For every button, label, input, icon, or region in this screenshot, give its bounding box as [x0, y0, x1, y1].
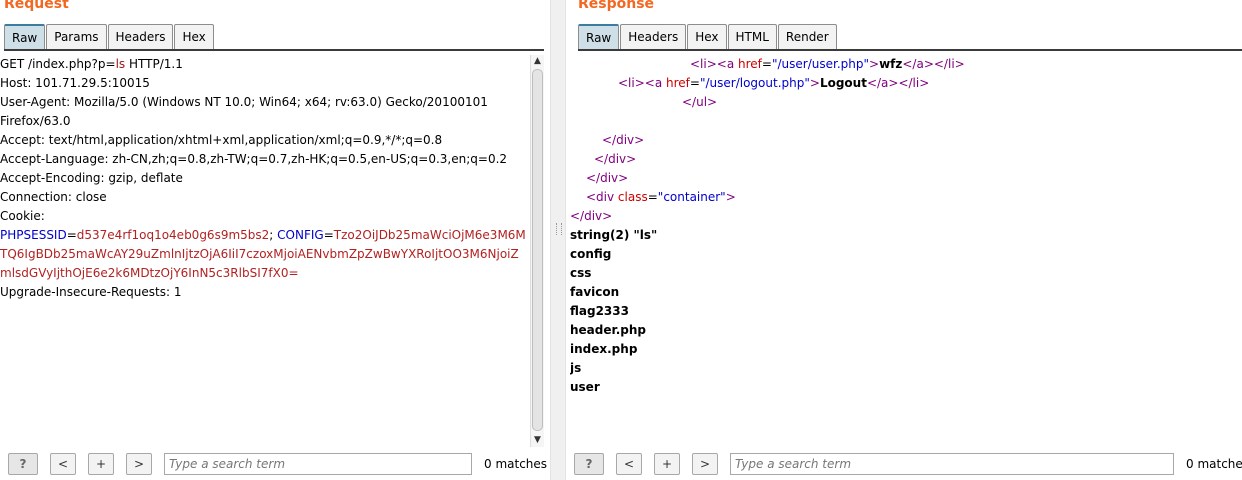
output-line: css [570, 266, 592, 280]
tab-render[interactable]: Render [777, 24, 837, 49]
response-tabs: Raw Headers Hex HTML Render [578, 24, 838, 49]
cookie-value-phpsessid: d537e4rf1oq1o4eb0g6s9m5bs2 [76, 228, 270, 242]
cookie-name-phpsessid: PHPSESSID [0, 228, 67, 242]
request-protocol: HTTP/1.1 [125, 57, 183, 71]
divider-grip-icon[interactable] [556, 223, 562, 235]
tab-hex[interactable]: Hex [174, 24, 214, 49]
search-input[interactable] [164, 453, 472, 475]
output-line: index.php [570, 342, 638, 356]
html-line-div-close: </div> [594, 152, 637, 166]
output-line: string(2) "ls" [570, 228, 658, 242]
tab-headers[interactable]: Headers [107, 24, 174, 49]
request-title: Request [4, 0, 69, 12]
header-accept-language: Accept-Language: zh-CN,zh;q=0.8,zh-TW;q=… [0, 152, 508, 166]
output-line: header.php [570, 323, 646, 337]
header-host: Host: 101.71.29.5:10015 [0, 76, 150, 90]
html-line-div-close: </div> [586, 171, 629, 185]
tab-html[interactable]: HTML [727, 24, 777, 49]
search-input[interactable] [730, 453, 1174, 475]
html-line-logout-link: <li><a href="/user/logout.php">Logout</a… [618, 76, 930, 90]
output-line: user [570, 380, 600, 394]
request-method-path: GET /index.php?p= [0, 57, 116, 71]
next-button[interactable]: > [692, 453, 718, 475]
tab-raw[interactable]: Raw [578, 24, 620, 49]
request-search-bar: ? < + > 0 matches [0, 452, 547, 476]
tab-headers[interactable]: Headers [620, 24, 687, 49]
request-line: GET /index.php?p=ls HTTP/1.1 [0, 55, 528, 74]
header-accept-encoding: Accept-Encoding: gzip, deflate [0, 171, 183, 185]
output-line: flag2333 [570, 304, 629, 318]
html-line-ul-close: </ul> [682, 95, 718, 109]
match-count: 0 matches [1186, 457, 1242, 471]
logout-link-text: Logout [819, 76, 867, 90]
request-tabs: Raw Params Headers Hex [4, 24, 215, 49]
container-class: container [663, 190, 721, 204]
add-button[interactable]: + [654, 453, 680, 475]
header-user-agent-cont: Firefox/63.0 [0, 114, 71, 128]
output-line: favicon [570, 285, 620, 299]
tab-underline [578, 49, 1242, 51]
tab-underline [4, 49, 544, 51]
request-param-value: ls [115, 57, 126, 71]
html-line-div-close: </div> [570, 209, 613, 223]
scroll-up-icon[interactable]: ▲ [531, 55, 544, 68]
user-link-href: /user/user.php [777, 57, 864, 71]
cookie-value-config-2: TQ6IgBDb25maWcAY29uZmlnIjtzOjA6IiI7czoxM… [0, 247, 519, 261]
add-button[interactable]: + [88, 453, 114, 475]
request-editor[interactable]: GET /index.php?p=ls HTTP/1.1 Host: 101.7… [0, 55, 528, 447]
help-button[interactable]: ? [8, 453, 38, 475]
header-accept: Accept: text/html,application/xhtml+xml,… [0, 133, 443, 147]
cookie-value-config-1: Tzo2OiJDb25maWciOjM6e3M6M [333, 228, 526, 242]
header-upgrade-insecure: Upgrade-Insecure-Requests: 1 [0, 285, 182, 299]
response-editor[interactable]: <li><a href="/user/user.php">wfz</a></li… [570, 55, 1240, 447]
response-search-bar: ? < + > 0 matches [566, 452, 1242, 476]
response-title: Response [578, 0, 655, 12]
output-line: config [570, 247, 612, 261]
user-link-text: wfz [879, 57, 903, 71]
help-button[interactable]: ? [574, 453, 604, 475]
request-pane: Request Raw Params Headers Hex GET /inde… [0, 0, 550, 480]
cookie-value-config-3: mlsdGVyIjthOjE6e2k6MDtzOjY6InN5c3RlbSI7f… [0, 266, 299, 280]
header-connection: Connection: close [0, 190, 107, 204]
html-line-blank [570, 112, 1240, 131]
request-scrollbar[interactable]: ▲ ▼ [530, 55, 544, 447]
response-pane: Response Raw Headers Hex HTML Render <li… [566, 0, 1242, 480]
match-count: 0 matches [484, 457, 548, 471]
previous-button[interactable]: < [50, 453, 76, 475]
next-button[interactable]: > [126, 453, 152, 475]
output-line: js [570, 361, 582, 375]
header-cookie: Cookie: [0, 209, 45, 223]
html-line-user-link: <li><a href="/user/user.php">wfz</a></li… [690, 57, 965, 71]
cookie-line-1: PHPSESSID=d537e4rf1oq1o4eb0g6s9m5bs2; CO… [0, 228, 526, 242]
header-user-agent: User-Agent: Mozilla/5.0 (Windows NT 10.0… [0, 95, 488, 109]
tab-raw[interactable]: Raw [4, 24, 46, 49]
scroll-thumb[interactable] [532, 69, 543, 431]
logout-link-href: /user/logout.php [705, 76, 805, 90]
tab-hex[interactable]: Hex [687, 24, 727, 49]
split-divider[interactable] [550, 0, 566, 480]
tab-params[interactable]: Params [46, 24, 107, 49]
cookie-name-config: CONFIG [273, 228, 324, 242]
html-line-div-close: </div> [602, 133, 645, 147]
html-line-container: <div class="container"> [586, 190, 736, 204]
previous-button[interactable]: < [616, 453, 642, 475]
scroll-down-icon[interactable]: ▼ [531, 434, 544, 447]
